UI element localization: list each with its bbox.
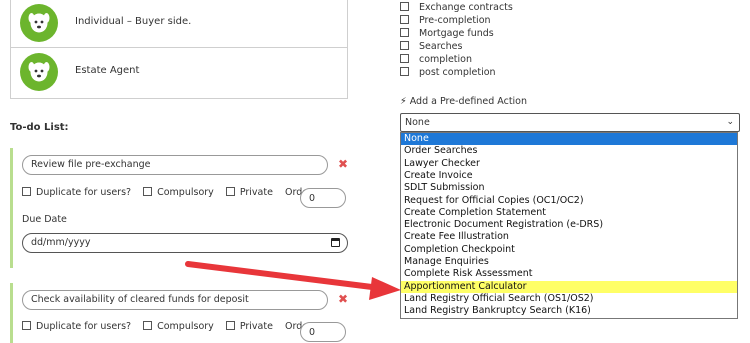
annotation-arrow — [185, 261, 401, 300]
